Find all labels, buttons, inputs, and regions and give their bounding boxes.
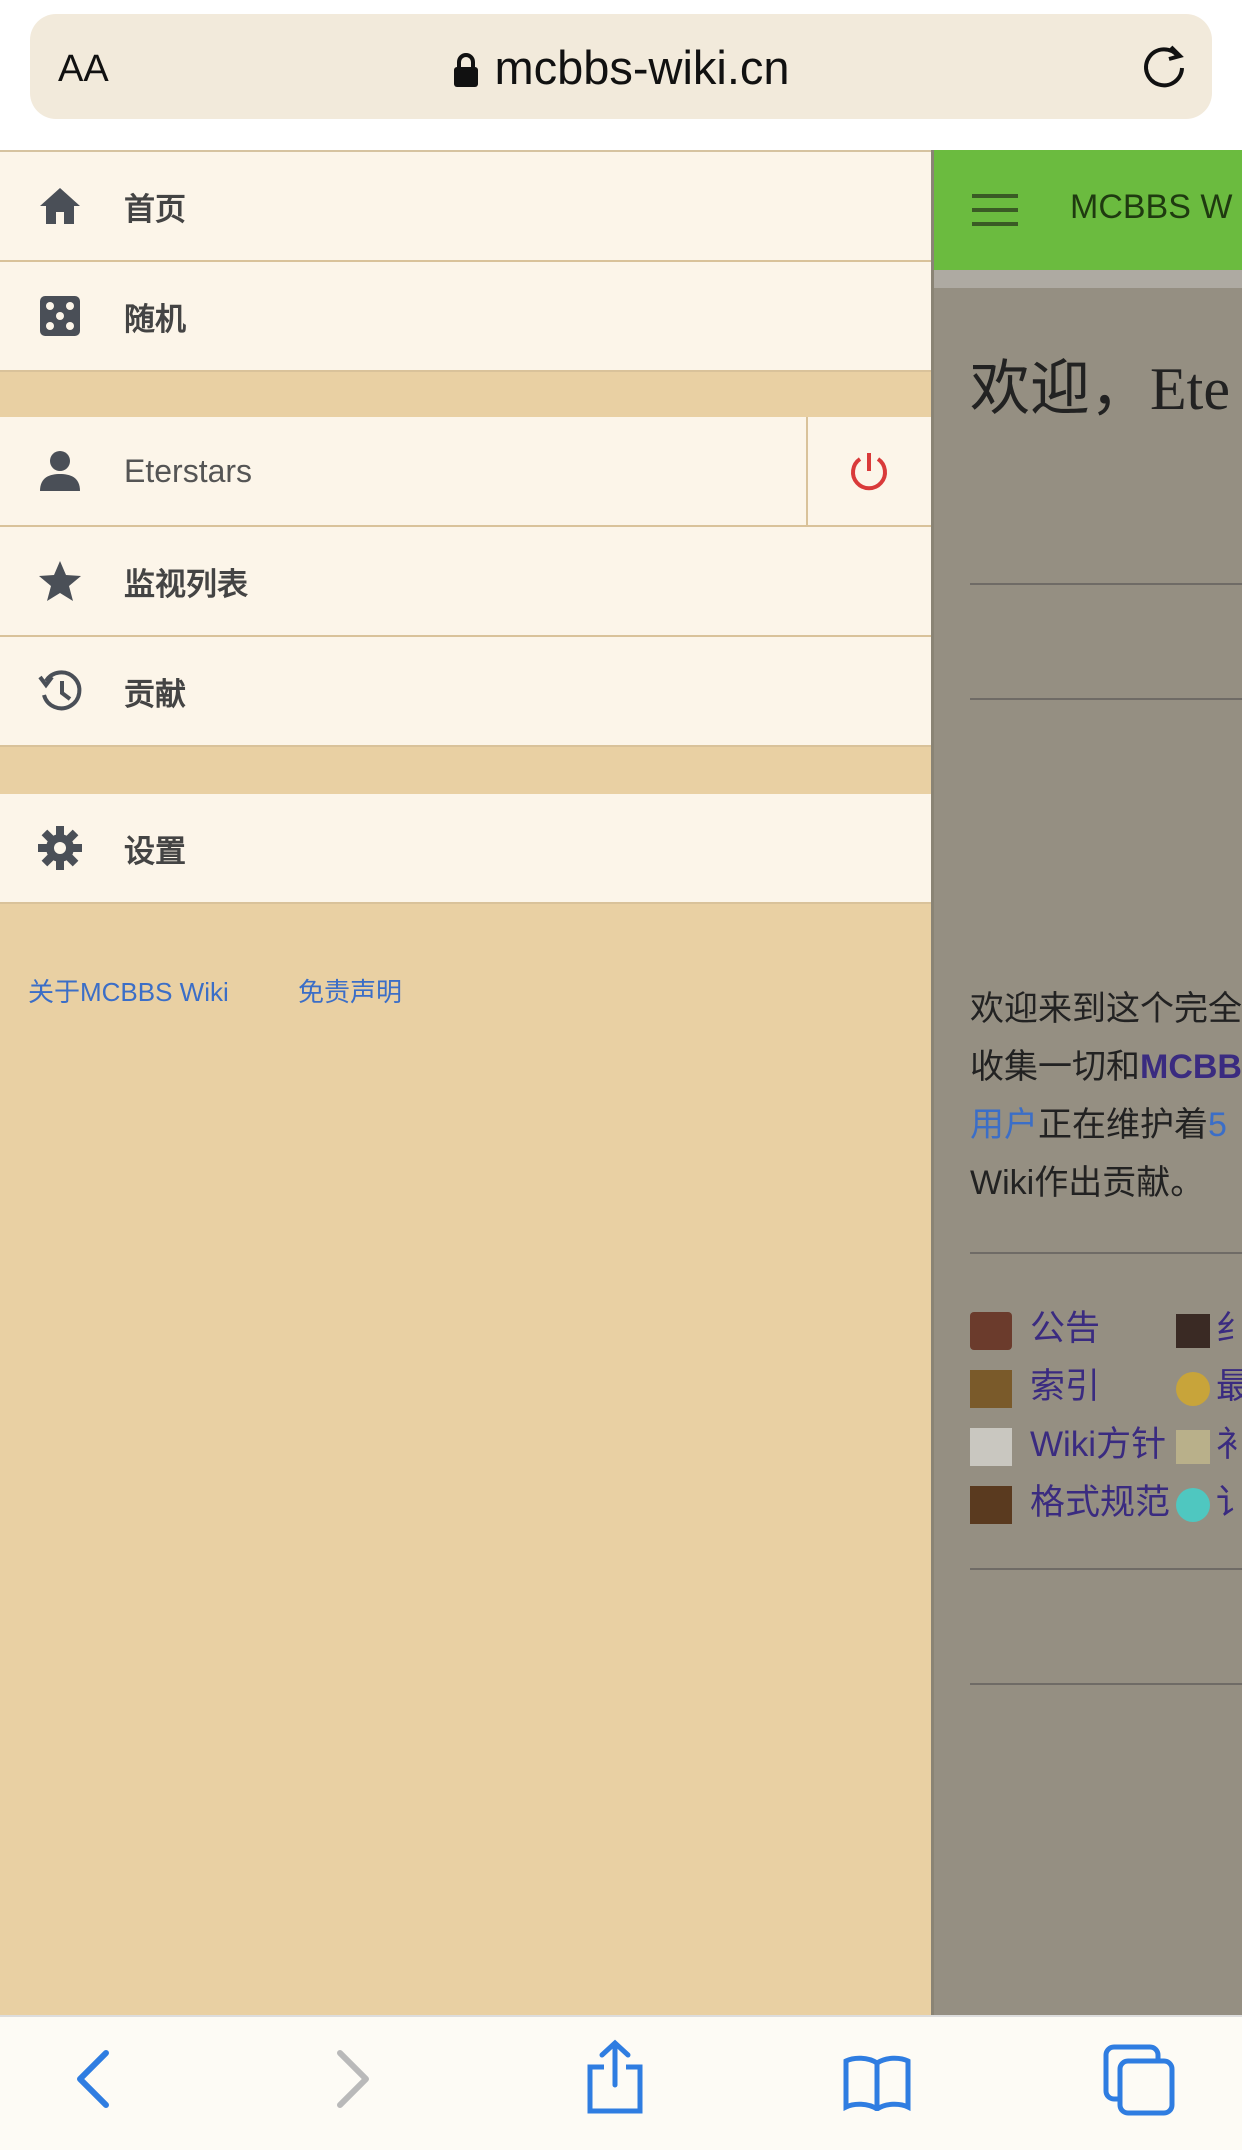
nav-label: 纟 [1216, 1309, 1242, 1348]
nav-label: 最 [1216, 1367, 1242, 1406]
reload-icon[interactable] [1138, 40, 1190, 97]
lock-icon [452, 44, 480, 99]
divider [970, 583, 1242, 585]
nav-item-right-1[interactable]: 纟 [1176, 1300, 1242, 1351]
sidebar-item-random[interactable]: 随机 [0, 262, 931, 372]
sidebar-item-label: 贡献 [124, 676, 186, 712]
forward-icon[interactable] [330, 2047, 376, 2116]
para-line: 收集一切和MCBB [970, 1038, 1242, 1096]
divider [970, 698, 1242, 700]
menu-icon[interactable] [972, 192, 1018, 233]
sidebar-item-label: 随机 [124, 301, 186, 337]
power-icon [846, 449, 892, 500]
mcbbs-link[interactable]: MCBB [1140, 1048, 1242, 1086]
nav-item-right-3[interactable]: 衤 [1176, 1416, 1242, 1467]
para-line: Wiki作出贡献。 [970, 1164, 1205, 1202]
url-field[interactable]: mcbbs-wiki.cn [30, 40, 1212, 99]
sidebar-item-user[interactable]: Eterstars [0, 417, 931, 527]
para-line: 欢迎来到这个完全 [970, 990, 1242, 1028]
about-link[interactable]: 关于MCBBS Wiki [28, 977, 229, 1007]
nav-item-announcement[interactable]: 公告 [970, 1300, 1100, 1351]
dice-icon [36, 292, 84, 340]
pages-link[interactable]: 5 [1208, 1106, 1227, 1144]
sidebar-item-contributions[interactable]: 贡献 [0, 637, 931, 747]
sidebar-item-label: Eterstars [124, 452, 253, 489]
star-icon [36, 557, 84, 605]
nav-label: 索引 [1030, 1367, 1101, 1406]
nav-item-policy[interactable]: Wiki方针 [970, 1416, 1166, 1467]
back-icon[interactable] [70, 2047, 116, 2116]
history-icon [36, 667, 84, 715]
bookshelf-icon [970, 1485, 1012, 1524]
divider [970, 1252, 1242, 1254]
nav-label: 公告 [1030, 1309, 1101, 1348]
divider [970, 1683, 1242, 1685]
site-header: MCBBS W [934, 150, 1242, 270]
para-line: 用户正在维护着5 [970, 1096, 1242, 1154]
divider [970, 1568, 1242, 1570]
sidebar-item-settings[interactable]: 设置 [0, 794, 931, 904]
block-icon [1176, 1313, 1210, 1348]
nav-item-right-2[interactable]: 最 [1176, 1358, 1242, 1409]
sidebar-item-label: 监视列表 [124, 566, 248, 602]
nav-item-style-guide[interactable]: 格式规范 [970, 1474, 1170, 1525]
clock-icon [1176, 1371, 1210, 1406]
nav-label: 讠 [1216, 1483, 1242, 1522]
bookmarks-icon[interactable] [842, 2053, 912, 2116]
address-bar[interactable]: AA mcbbs-wiki.cn [30, 14, 1212, 119]
nav-item-right-4[interactable]: 讠 [1176, 1474, 1242, 1525]
gear-icon [36, 824, 84, 872]
home-icon [36, 182, 84, 230]
sidebar-item-watchlist[interactable]: 监视列表 [0, 527, 931, 637]
site-title: MCBBS W [1070, 188, 1233, 226]
header-divider [934, 270, 1242, 288]
sidebar: 首页 随机 Eterstars 监视列表 贡献 设置 关于MCBBS Wiki … [0, 150, 931, 2017]
url-text: mcbbs-wiki.cn [494, 41, 790, 94]
intro-paragraph: 欢迎来到这个完全 收集一切和MCBB 用户正在维护着5 Wiki作出贡献。 [970, 980, 1242, 1212]
nav-label: 衤 [1216, 1425, 1242, 1464]
footer-links: 关于MCBBS Wiki 免责声明 [28, 972, 464, 1009]
sidebar-item-label: 设置 [124, 833, 186, 869]
logout-button[interactable] [806, 417, 931, 525]
disclaimer-link[interactable]: 免责声明 [298, 977, 402, 1007]
welcome-heading: 欢迎，Ete [970, 356, 1230, 422]
paper-icon [970, 1427, 1012, 1466]
address-bar-area: AA mcbbs-wiki.cn [0, 0, 1242, 150]
nav-label: 格式规范 [1030, 1483, 1171, 1522]
sandstone-icon [1176, 1429, 1210, 1464]
chest-icon [970, 1369, 1012, 1408]
para-text: 正在维护着 [1038, 1106, 1208, 1144]
diamond-icon [1176, 1487, 1210, 1522]
sidebar-item-label: 首页 [124, 191, 186, 227]
user-icon [36, 447, 84, 495]
book-icon [970, 1311, 1012, 1350]
nav-label: Wiki方针 [1030, 1425, 1167, 1464]
sidebar-item-home[interactable]: 首页 [0, 152, 931, 262]
tabs-icon[interactable] [1102, 2043, 1176, 2122]
nav-item-index[interactable]: 索引 [970, 1358, 1100, 1409]
share-icon[interactable] [584, 2039, 646, 2120]
main-content-overlay[interactable]: MCBBS W 欢迎，Ete 欢迎来到这个完全 收集一切和MCBB 用户正在维护… [931, 150, 1242, 2015]
users-link[interactable]: 用户 [970, 1106, 1038, 1144]
browser-toolbar [0, 2015, 1242, 2150]
para-text: 收集一切和 [970, 1048, 1140, 1086]
